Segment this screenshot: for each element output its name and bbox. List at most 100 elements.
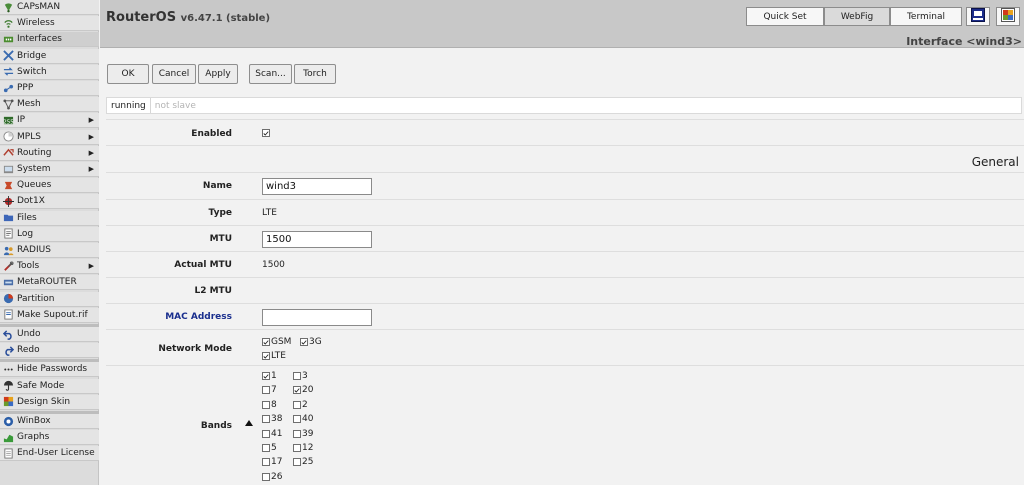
- sidebar-item-dot1x[interactable]: Dot1X: [0, 194, 99, 210]
- sidebar-item-safe-mode[interactable]: Safe Mode: [0, 378, 99, 394]
- sidebar-item-graphs[interactable]: Graphs: [0, 430, 99, 446]
- files-icon: [3, 212, 14, 223]
- band-7-checkbox[interactable]: 7: [262, 385, 277, 395]
- sidebar-item-log[interactable]: Log: [0, 226, 99, 242]
- network-mode-3g-checkbox[interactable]: 3G: [300, 337, 322, 347]
- name-label: Name: [202, 181, 232, 191]
- sidebar-item-files[interactable]: Files: [0, 210, 99, 226]
- mesh-icon: [3, 99, 14, 110]
- enabled-checkbox-box: [262, 129, 270, 137]
- band-17-checkbox[interactable]: 17: [262, 457, 282, 467]
- sidebar-item-label: Routing: [17, 147, 52, 158]
- quick-set-button[interactable]: Quick Set: [746, 7, 824, 26]
- band-8-checkbox[interactable]: 8: [262, 400, 277, 410]
- network-mode-lte-checkbox-box: [262, 352, 270, 360]
- torch-button[interactable]: Torch: [294, 64, 336, 84]
- terminal-button[interactable]: Terminal: [890, 7, 962, 26]
- sidebar-item-make-supout-rif[interactable]: Make Supout.rif: [0, 307, 99, 323]
- mac-address-label[interactable]: MAC Address: [106, 312, 232, 322]
- enabled-checkbox[interactable]: [262, 129, 271, 137]
- sidebar-item-queues[interactable]: Queues: [0, 178, 99, 194]
- sidebar-item-switch[interactable]: Switch: [0, 64, 99, 80]
- band-26-checkbox-label: 26: [271, 471, 283, 482]
- band-41-checkbox[interactable]: 41: [262, 429, 282, 439]
- apply-button[interactable]: Apply: [198, 64, 238, 84]
- log-icon: [3, 228, 14, 239]
- cancel-button[interactable]: Cancel: [152, 64, 196, 84]
- sidebar-item-label: Graphs: [17, 432, 50, 443]
- sidebar-item-routing[interactable]: Routing ▶: [0, 145, 99, 161]
- scan-button[interactable]: Scan...: [249, 64, 292, 84]
- band-12-checkbox[interactable]: 12: [293, 443, 313, 453]
- bands-collapse-arrow-icon[interactable]: [245, 420, 253, 426]
- sidebar-item-wireless[interactable]: Wireless: [0, 16, 99, 32]
- winbox-download-button[interactable]: [966, 7, 990, 26]
- band-2-checkbox[interactable]: 2: [293, 400, 308, 410]
- sidebar-item-interfaces[interactable]: Interfaces: [0, 32, 99, 48]
- sidebar-item-radius[interactable]: RADIUS: [0, 243, 99, 258]
- band-20-checkbox-box: [293, 386, 301, 395]
- sidebar-item-label: Mesh: [17, 99, 41, 110]
- band-40-checkbox[interactable]: 40: [293, 414, 313, 424]
- interfaces-icon: [3, 34, 14, 45]
- band-20-checkbox[interactable]: 20: [293, 385, 313, 395]
- band-26-checkbox[interactable]: 26: [262, 472, 282, 482]
- mtu-input[interactable]: [262, 231, 372, 248]
- band-2-checkbox-box: [293, 400, 301, 409]
- sidebar-item-label: Log: [17, 228, 34, 239]
- name-input[interactable]: [262, 178, 372, 195]
- band-38-checkbox[interactable]: 38: [262, 414, 282, 424]
- band-1-checkbox[interactable]: 1: [262, 371, 277, 381]
- mac-address-input[interactable]: [262, 309, 372, 326]
- band-40-checkbox-label: 40: [302, 414, 314, 425]
- band-26-checkbox-box: [262, 472, 270, 481]
- sidebar-item-ppp[interactable]: PPP: [0, 81, 99, 96]
- sidebar-item-mesh[interactable]: Mesh: [0, 97, 99, 113]
- sidebar-item-capsman[interactable]: CAPsMAN: [0, 0, 99, 15]
- sidebar-item-label: Queues: [17, 180, 52, 191]
- sidebar-item-end-user-license[interactable]: End-User License: [0, 446, 99, 462]
- sidebar-item-label: IP: [17, 115, 26, 126]
- switch-icon: [3, 66, 14, 77]
- row-divider: [106, 119, 1024, 120]
- sidebar-item-winbox[interactable]: WinBox: [0, 414, 99, 429]
- sidebar-item-metarouter[interactable]: MetaROUTER: [0, 275, 99, 291]
- network-mode-gsm-checkbox[interactable]: GSM: [262, 337, 291, 347]
- sidebar-item-bridge[interactable]: Bridge: [0, 48, 99, 64]
- status-running: running: [107, 98, 151, 113]
- sidebar-item-undo[interactable]: Undo: [0, 327, 99, 342]
- band-5-checkbox[interactable]: 5: [262, 443, 277, 453]
- band-25-checkbox[interactable]: 25: [293, 457, 313, 467]
- design-skin-button[interactable]: [996, 7, 1020, 26]
- winbox-icon: [3, 416, 14, 427]
- ppp-icon: [3, 83, 14, 94]
- page-heading: Interface <wind3>: [906, 35, 1022, 48]
- system-icon: [3, 164, 14, 175]
- band-3-checkbox[interactable]: 3: [293, 371, 308, 381]
- graphs-icon: [3, 432, 14, 443]
- sidebar-item-redo[interactable]: Redo: [0, 343, 99, 359]
- sidebar-item-mpls[interactable]: MPLS ▶: [0, 129, 99, 145]
- band-3-checkbox-label: 3: [302, 371, 308, 381]
- webfig-button[interactable]: WebFig: [824, 7, 890, 26]
- sidebar-item-label: WinBox: [17, 416, 51, 426]
- actual-mtu-label: Actual MTU: [174, 260, 232, 270]
- ok-button[interactable]: OK: [107, 64, 149, 84]
- submenu-arrow-icon: ▶: [88, 116, 94, 125]
- sidebar-item-hide-passwords[interactable]: Hide Passwords: [0, 362, 99, 378]
- sidebar-item-label: Interfaces: [17, 34, 62, 45]
- sidebar-item-label: Partition: [17, 293, 55, 304]
- redo-icon: [3, 345, 14, 356]
- wireless-icon: [3, 18, 14, 29]
- torch-label: Torch: [303, 69, 327, 79]
- sidebar-item-tools[interactable]: Tools ▶: [0, 259, 99, 275]
- network-mode-lte-checkbox[interactable]: LTE: [262, 351, 286, 361]
- sidebar-item-label: Files: [17, 212, 37, 223]
- design-skin-palette-icon: [1001, 8, 1015, 25]
- sidebar-item-partition[interactable]: Partition: [0, 291, 99, 307]
- band-39-checkbox[interactable]: 39: [293, 429, 313, 439]
- sidebar-item-design-skin[interactable]: Design Skin: [0, 394, 99, 410]
- sidebar-item-ip[interactable]: 255 IP ▶: [0, 113, 99, 129]
- sidebar-item-system[interactable]: System ▶: [0, 162, 99, 177]
- main-content: OK Cancel Apply Scan... Torch running no…: [100, 49, 1024, 485]
